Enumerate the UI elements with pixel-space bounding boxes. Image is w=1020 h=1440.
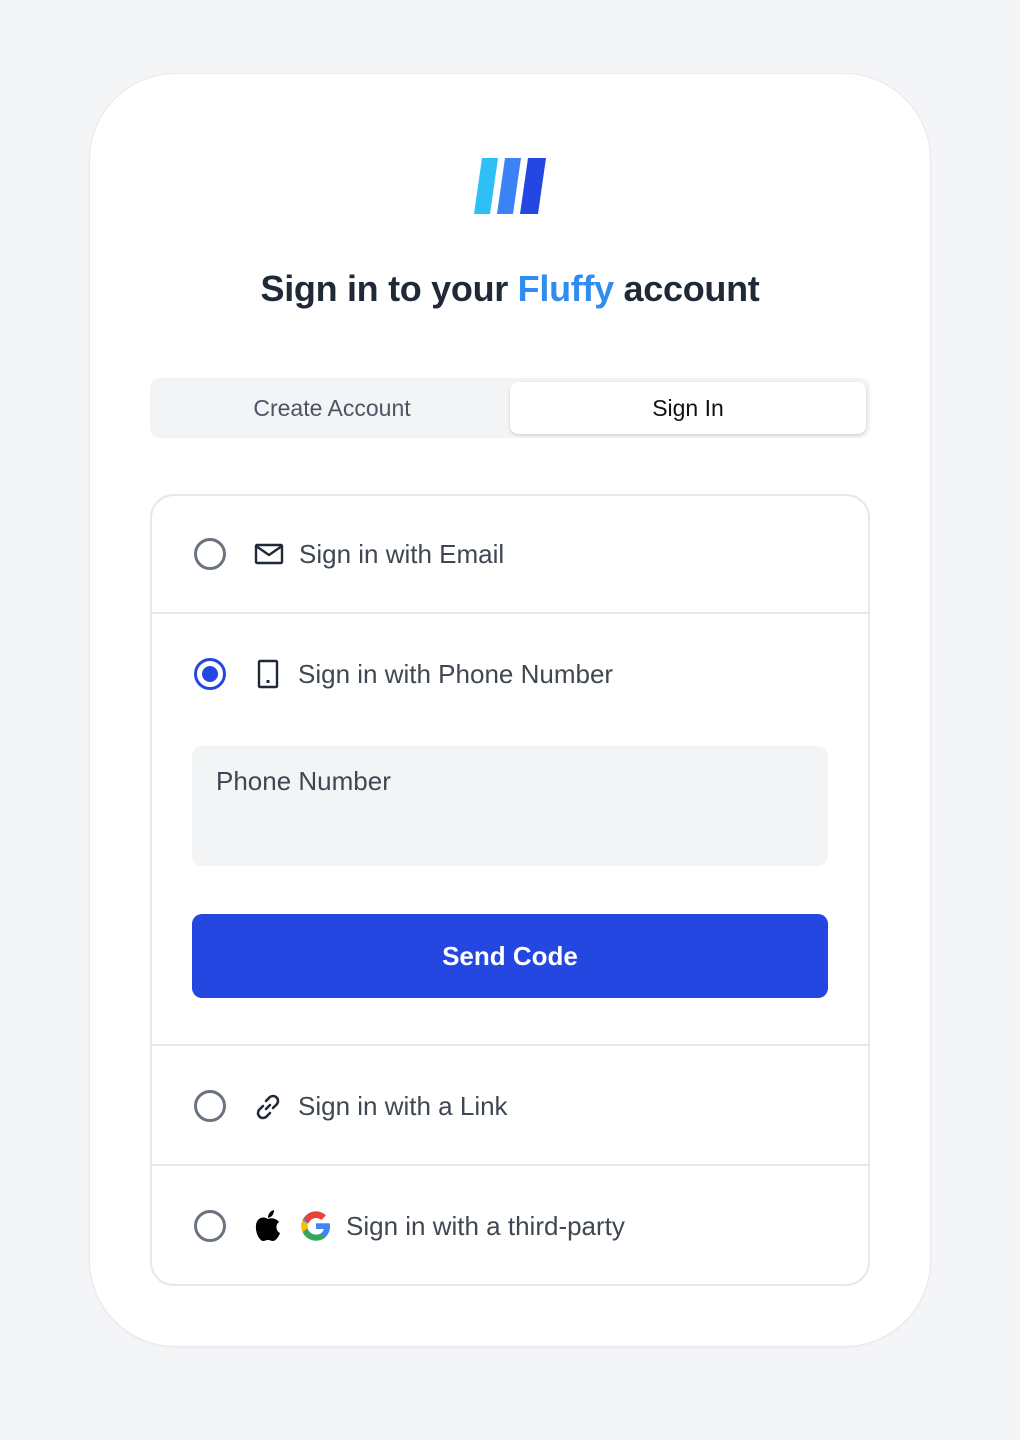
google-icon [301, 1211, 330, 1241]
sign-in-options [150, 494, 870, 1286]
title-prefix: Sign in to your [260, 268, 518, 309]
auth-tabs: Create Account Sign In [150, 378, 870, 438]
link-option-radio[interactable] [194, 1090, 226, 1122]
email-option-label[interactable]: Sign in with Email [299, 539, 504, 570]
envelope-icon [254, 543, 284, 565]
apple-icon [255, 1210, 280, 1241]
phone-number-input[interactable]: Phone Number [192, 746, 828, 866]
phone-icon [257, 659, 279, 689]
tab-create-account[interactable]: Create Account [154, 382, 510, 434]
send-code-button[interactable]: Send Code [192, 914, 828, 998]
third-party-option-radio[interactable] [194, 1210, 226, 1242]
tab-sign-in[interactable]: Sign In [510, 382, 866, 434]
title-brand: Fluffy [517, 268, 614, 309]
phone-option-radio[interactable] [194, 658, 226, 690]
option-divider [152, 1164, 868, 1166]
option-divider [152, 1044, 868, 1046]
email-option-radio[interactable] [194, 538, 226, 570]
option-divider [152, 612, 868, 614]
link-option-label[interactable]: Sign in with a Link [298, 1091, 508, 1122]
third-party-option-label[interactable]: Sign in with a third-party [346, 1211, 625, 1242]
phone-option-label[interactable]: Sign in with Phone Number [298, 659, 613, 690]
link-icon [256, 1094, 280, 1120]
fluffy-logo [474, 158, 546, 214]
title-suffix: account [613, 268, 760, 309]
phone-number-placeholder: Phone Number [216, 766, 391, 796]
page-title: Sign in to your Fluffy account [0, 268, 1020, 310]
